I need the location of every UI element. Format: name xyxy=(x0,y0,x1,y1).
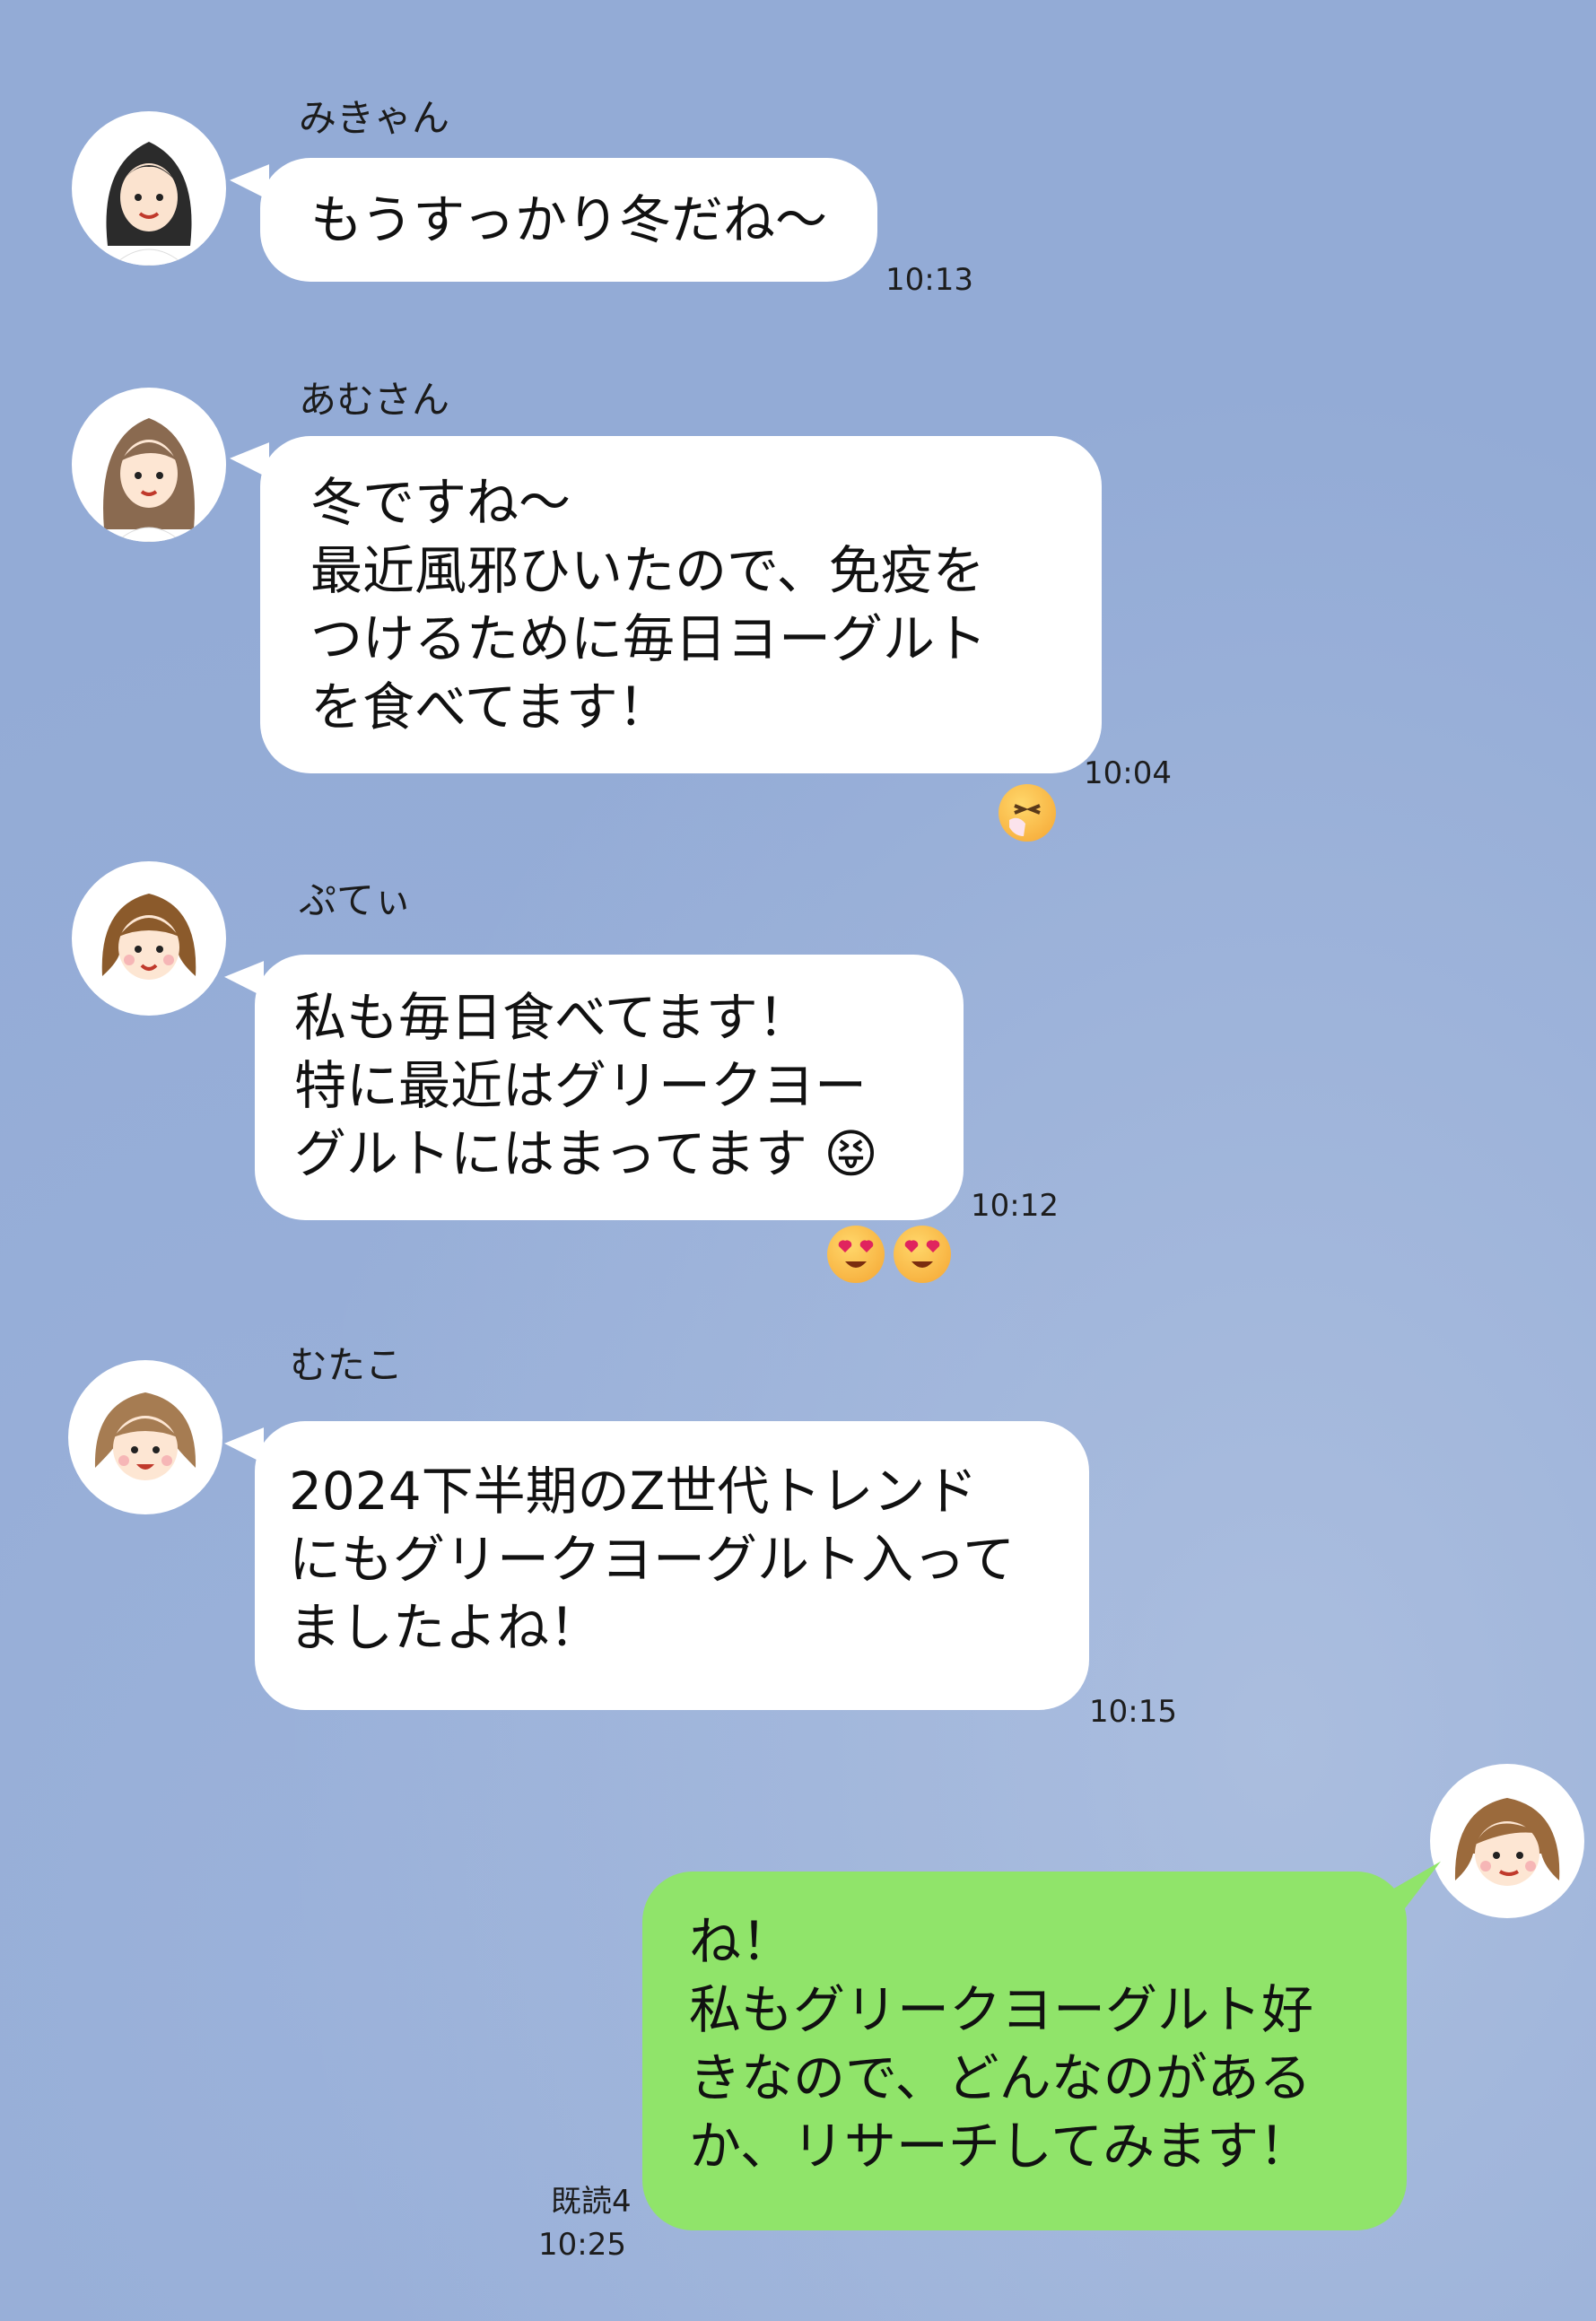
sender-name: みきゃん xyxy=(299,96,450,140)
sender-name: ぷてぃ xyxy=(299,878,413,922)
avatar-illustration xyxy=(101,894,196,980)
message-time: 10:25 xyxy=(538,2227,626,2263)
avatar-illustration xyxy=(94,1392,196,1480)
sneezing-face-emoji-reaction[interactable] xyxy=(999,784,1056,842)
avatar-amusan[interactable] xyxy=(72,388,226,542)
avatar-puti[interactable] xyxy=(72,861,226,1016)
avatar-mikyan[interactable] xyxy=(72,111,226,266)
read-receipt: 既読4 xyxy=(551,2184,632,2220)
heart-eyes-emoji-reaction[interactable] xyxy=(894,1226,951,1283)
avatar-me[interactable] xyxy=(1430,1764,1584,1918)
sender-name: むたこ xyxy=(290,1343,404,1387)
message-time: 10:13 xyxy=(885,262,973,298)
avatar-illustration xyxy=(106,142,192,266)
message-time: 10:15 xyxy=(1089,1694,1177,1730)
heart-eyes-icon xyxy=(904,1240,940,1268)
message-bubble[interactable]: もうすっかり冬だね〜 xyxy=(260,158,877,282)
avatar-mutako[interactable] xyxy=(68,1360,222,1514)
avatar-illustration xyxy=(103,418,195,542)
my-message-bubble[interactable]: ね！ 私もグリークヨーグルト好 きなので、どんなのがある か、リサーチしてみます… xyxy=(642,1872,1407,2230)
message-time: 10:12 xyxy=(971,1188,1059,1224)
sender-name: あむさん xyxy=(299,378,450,422)
avatar-illustration xyxy=(1454,1798,1560,1886)
message-bubble[interactable]: 2024下半期のZ世代トレンド にもグリークヨーグルト入って ましたよね！ xyxy=(255,1421,1089,1710)
message-bubble[interactable]: 冬ですね〜 最近風邪ひいたので、免疫を つけるために毎日ヨーグルト を食べてます… xyxy=(260,436,1102,773)
sneezing-face-icon xyxy=(1009,804,1041,836)
heart-eyes-emoji-reaction[interactable] xyxy=(827,1226,885,1283)
message-time: 10:04 xyxy=(1084,755,1172,791)
heart-eyes-icon xyxy=(838,1240,874,1268)
message-bubble[interactable]: 私も毎日食べてます！ 特に最近はグリークヨー グルトにはまってます 😝 xyxy=(255,955,964,1220)
